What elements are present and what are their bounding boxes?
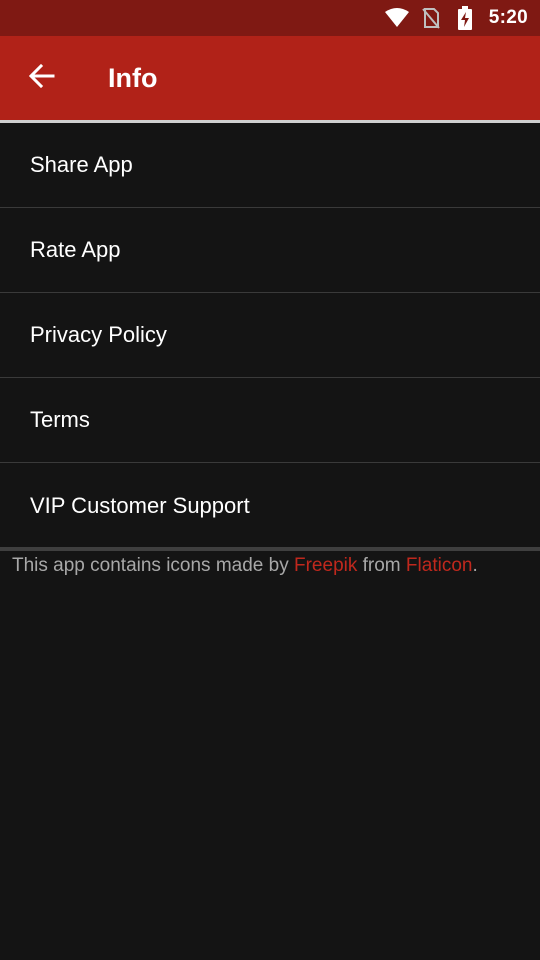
icon-credits: This app contains icons made by Freepik … xyxy=(12,555,540,577)
credits-prefix: This app contains icons made by xyxy=(12,555,294,576)
footer-divider xyxy=(0,547,540,551)
freepik-link[interactable]: Freepik xyxy=(294,555,357,576)
menu-item-rate-app[interactable]: Rate App xyxy=(0,208,540,293)
menu-item-privacy-policy[interactable]: Privacy Policy xyxy=(0,293,540,378)
no-sim-icon xyxy=(419,6,443,30)
menu-item-vip-customer-support[interactable]: VIP Customer Support xyxy=(0,463,540,548)
status-time: 5:20 xyxy=(488,7,528,28)
menu-item-terms[interactable]: Terms xyxy=(0,378,540,463)
flaticon-link[interactable]: Flaticon xyxy=(406,555,473,576)
battery-charging-icon xyxy=(453,6,477,30)
wifi-icon xyxy=(384,6,409,30)
back-button[interactable] xyxy=(0,36,84,120)
menu-list: Share App Rate App Privacy Policy Terms … xyxy=(0,123,540,548)
credits-suffix: . xyxy=(472,555,478,576)
arrow-left-icon xyxy=(28,63,55,93)
menu-item-share-app[interactable]: Share App xyxy=(0,123,540,208)
app-bar: Info xyxy=(0,36,540,120)
status-bar: 5:20 xyxy=(0,0,540,36)
page-title: Info xyxy=(108,62,158,93)
credits-middle: from xyxy=(357,555,406,576)
